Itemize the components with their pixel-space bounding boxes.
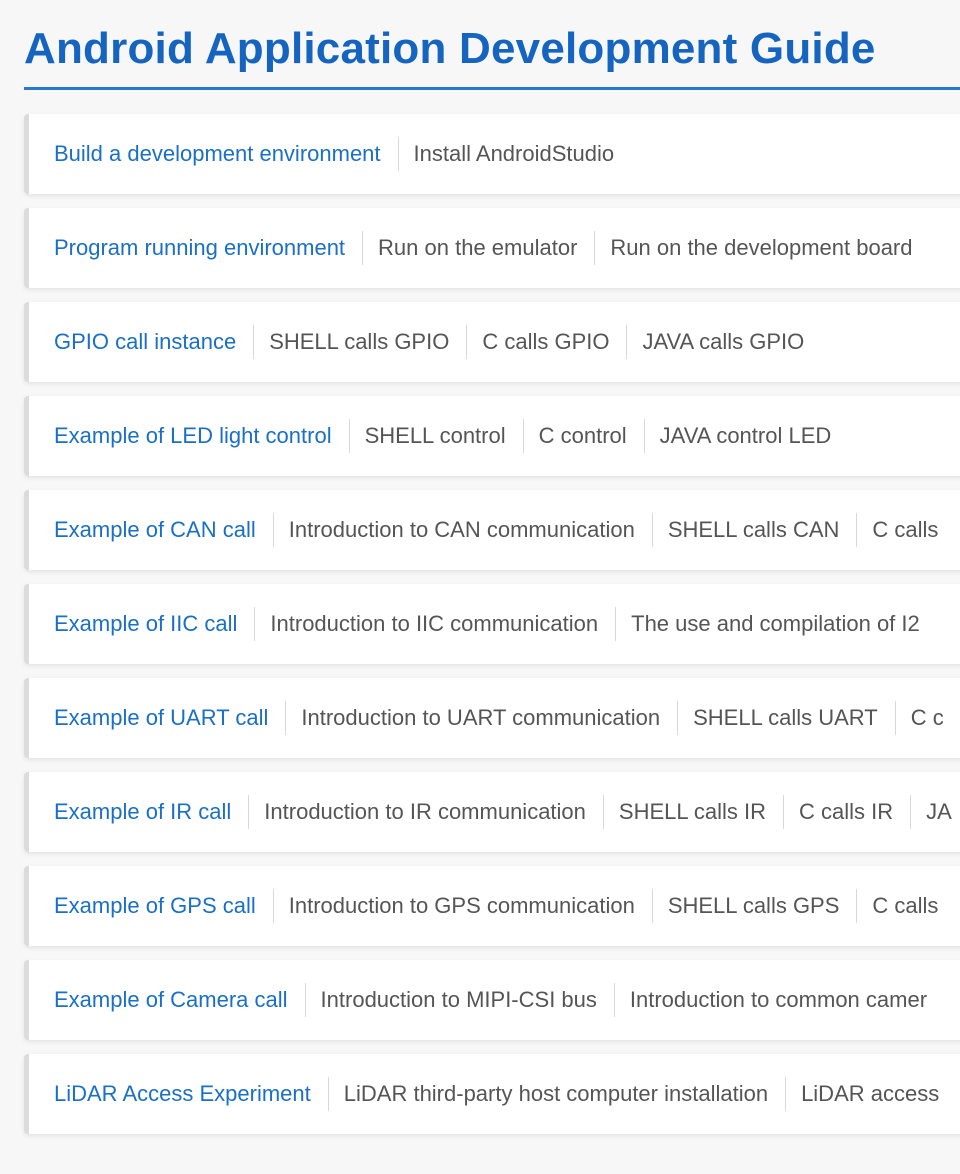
link-separator xyxy=(304,983,306,1017)
section-title-link[interactable]: Example of GPS call xyxy=(54,893,256,919)
section-row: Example of CAN call Introduction to CAN c… xyxy=(24,490,960,570)
section-title-link[interactable]: LiDAR Access Experiment xyxy=(54,1081,311,1107)
topic-link[interactable]: JAVA calls GPIO xyxy=(642,329,804,355)
link-separator xyxy=(348,419,350,453)
topic-link[interactable]: C calls xyxy=(872,893,938,919)
section-row: Example of IIC call Introduction to IIC c… xyxy=(24,584,960,664)
link-separator xyxy=(651,513,653,547)
topic-link[interactable]: JAVA control LED xyxy=(660,423,832,449)
link-separator xyxy=(272,889,274,923)
section-row: Program running environment Run on the em… xyxy=(24,208,960,288)
section-list: Build a development environment Install A… xyxy=(24,114,960,1148)
topic-link[interactable]: LiDAR access xyxy=(801,1081,939,1107)
topic-link[interactable]: SHELL calls UART xyxy=(693,705,878,731)
link-separator xyxy=(466,325,468,359)
link-separator xyxy=(626,325,628,359)
topic-link[interactable]: C calls xyxy=(872,517,938,543)
topic-link[interactable]: Introduction to IR communication xyxy=(264,799,586,825)
section-row: LiDAR Access Experiment LiDAR third-party… xyxy=(24,1054,960,1134)
section-row: Example of UART call Introduction to UART… xyxy=(24,678,960,758)
link-separator xyxy=(327,1077,329,1111)
topic-link[interactable]: C calls IR xyxy=(799,799,893,825)
section-row: Example of LED light control SHELL contro… xyxy=(24,396,960,476)
title-underline xyxy=(24,87,960,90)
topic-link[interactable]: SHELL calls IR xyxy=(619,799,766,825)
link-separator xyxy=(910,795,912,829)
section-row: Example of GPS call Introduction to GPS c… xyxy=(24,866,960,946)
topic-link[interactable]: Introduction to MIPI-CSI bus xyxy=(321,987,597,1013)
topic-link[interactable]: Introduction to common camer xyxy=(630,987,927,1013)
topic-link[interactable]: SHELL calls GPIO xyxy=(269,329,449,355)
topic-link[interactable]: The use and compilation of I2 xyxy=(631,611,920,637)
topic-link[interactable]: JA xyxy=(926,799,952,825)
section-title-link[interactable]: Program running environment xyxy=(54,235,345,261)
section-title-link[interactable]: Example of Camera call xyxy=(54,987,288,1013)
link-separator xyxy=(397,137,399,171)
topic-link[interactable]: C control xyxy=(539,423,627,449)
link-separator xyxy=(894,701,896,735)
section-title-link[interactable]: GPIO call instance xyxy=(54,329,236,355)
topic-link[interactable]: SHELL calls CAN xyxy=(668,517,840,543)
topic-link[interactable]: Introduction to UART communication xyxy=(301,705,660,731)
link-separator xyxy=(285,701,287,735)
topic-link[interactable]: C calls GPIO xyxy=(482,329,609,355)
section-title-link[interactable]: Example of IR call xyxy=(54,799,231,825)
section-title-link[interactable]: Build a development environment xyxy=(54,141,381,167)
link-separator xyxy=(643,419,645,453)
section-row: Example of Camera call Introduction to MI… xyxy=(24,960,960,1040)
link-separator xyxy=(651,889,653,923)
section-title-link[interactable]: Example of IIC call xyxy=(54,611,237,637)
link-separator xyxy=(594,231,596,265)
topic-link[interactable]: Run on the emulator xyxy=(378,235,577,261)
section-title-link[interactable]: Example of LED light control xyxy=(54,423,332,449)
link-separator xyxy=(783,795,785,829)
section-title-link[interactable]: Example of UART call xyxy=(54,705,268,731)
guide-page: Android Application Development Guide Bu… xyxy=(0,0,960,1174)
link-separator xyxy=(253,325,255,359)
link-separator xyxy=(856,889,858,923)
section-title-link[interactable]: Example of CAN call xyxy=(54,517,256,543)
topic-link[interactable]: Introduction to CAN communication xyxy=(289,517,635,543)
link-separator xyxy=(785,1077,787,1111)
link-separator xyxy=(362,231,364,265)
topic-link[interactable]: LiDAR third-party host computer installa… xyxy=(344,1081,768,1107)
section-row: Build a development environment Install A… xyxy=(24,114,960,194)
link-separator xyxy=(254,607,256,641)
page-title: Android Application Development Guide xyxy=(24,24,876,73)
topic-link[interactable]: Introduction to IIC communication xyxy=(270,611,598,637)
link-separator xyxy=(856,513,858,547)
topic-link[interactable]: SHELL control xyxy=(365,423,506,449)
link-separator xyxy=(677,701,679,735)
link-separator xyxy=(613,983,615,1017)
link-separator xyxy=(272,513,274,547)
topic-link[interactable]: Run on the development board xyxy=(610,235,912,261)
link-separator xyxy=(522,419,524,453)
section-row: GPIO call instance SHELL calls GPIO C call… xyxy=(24,302,960,382)
topic-link[interactable]: Introduction to GPS communication xyxy=(289,893,635,919)
link-separator xyxy=(602,795,604,829)
link-separator xyxy=(248,795,250,829)
section-row: Example of IR call Introduction to IR com… xyxy=(24,772,960,852)
topic-link[interactable]: C c xyxy=(911,705,944,731)
topic-link[interactable]: SHELL calls GPS xyxy=(668,893,840,919)
topic-link[interactable]: Install AndroidStudio xyxy=(414,141,615,167)
link-separator xyxy=(615,607,617,641)
